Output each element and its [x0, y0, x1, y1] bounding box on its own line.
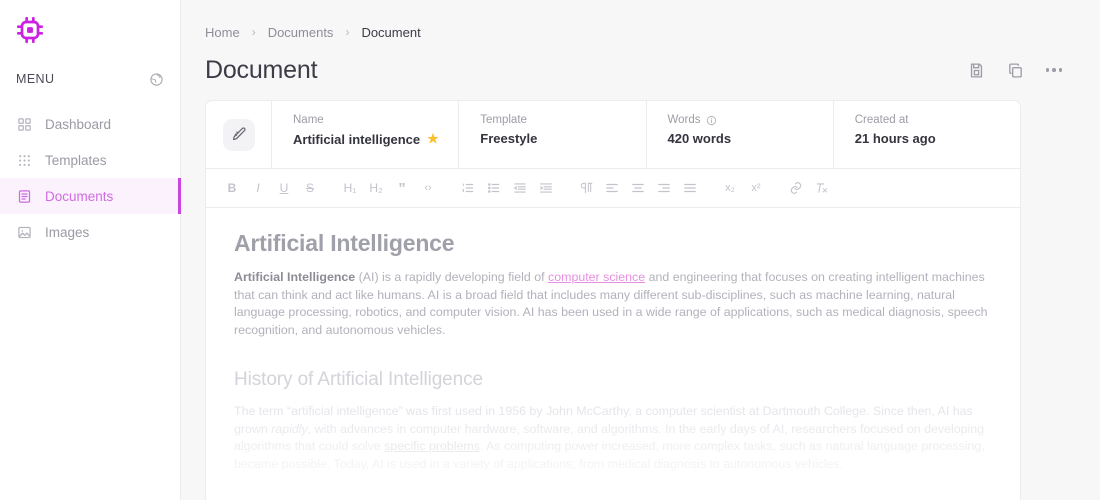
indent-icon[interactable] [536, 178, 556, 198]
meta-value: 21 hours ago [855, 131, 1020, 146]
meta-value: Artificial intelligence [293, 132, 420, 147]
breadcrumb-item-documents[interactable]: Documents [268, 25, 334, 40]
meta-card-words: Words 420 words [647, 101, 834, 168]
superscript-icon[interactable]: x² [746, 178, 766, 198]
title-row: Document [205, 52, 1076, 88]
bold-icon[interactable]: B [222, 178, 242, 198]
breadcrumb-item-current: Document [361, 25, 420, 40]
align-right-icon[interactable] [654, 178, 674, 198]
underline-icon[interactable]: U [274, 178, 294, 198]
heading-2-icon[interactable]: H₂ [366, 178, 386, 198]
page-title: Document [205, 56, 317, 85]
sidebar-item-label: Images [45, 225, 89, 240]
specific-problems-link[interactable]: specific problems [384, 439, 480, 453]
breadcrumb: Home › Documents › Document [205, 22, 1076, 42]
sidebar-item-images[interactable]: Images [0, 214, 180, 250]
grid-squares-icon [16, 116, 32, 132]
subscript-icon[interactable]: x₂ [720, 178, 740, 198]
app-root: MENU Dashboard [0, 0, 1100, 500]
favorite-star-icon[interactable]: ★ [427, 131, 439, 147]
breadcrumb-separator: › [252, 25, 256, 39]
align-justify-icon[interactable] [680, 178, 700, 198]
meta-value: Freestyle [480, 131, 645, 146]
paragraph-text: (AI) is a rapidly developing field of [355, 270, 548, 284]
document-panel: Name Artificial intelligence ★ Template … [205, 100, 1021, 500]
menu-header: MENU [0, 62, 180, 96]
cpu-chip-icon [14, 14, 46, 46]
main-content: Home › Documents › Document Document [181, 0, 1100, 500]
document-heading-2: History of Artificial Intelligence [234, 369, 992, 391]
sidebar-item-dashboard[interactable]: Dashboard [0, 106, 180, 142]
strikethrough-icon[interactable]: S [300, 178, 320, 198]
pencil-edit-icon[interactable] [223, 119, 255, 151]
italic-icon[interactable]: I [248, 178, 268, 198]
sidebar-item-templates[interactable]: Templates [0, 142, 180, 178]
meta-label: Created at [855, 114, 1020, 126]
sidebar-item-documents[interactable]: Documents [0, 178, 180, 214]
menu-label: MENU [16, 72, 54, 86]
breadcrumb-item-home[interactable]: Home [205, 25, 240, 40]
sidebar-item-label: Documents [45, 189, 113, 204]
document-meta-row: Name Artificial intelligence ★ Template … [206, 101, 1020, 169]
copy-icon[interactable] [1007, 61, 1025, 79]
computer-science-link[interactable]: computer science [548, 270, 645, 284]
meta-value: 420 words [668, 131, 833, 146]
meta-label: Words [668, 114, 701, 126]
breadcrumb-separator: › [345, 25, 349, 39]
editor-toolbar: B I U S H₁ H₂ ” ‹› [206, 169, 1020, 208]
bullet-list-icon[interactable] [484, 178, 504, 198]
align-left-icon[interactable] [602, 178, 622, 198]
blockquote-icon[interactable]: ” [392, 178, 412, 198]
paragraph-italic: rapidly [271, 422, 308, 436]
meta-label: Template [480, 114, 645, 126]
paragraph-bold-lead: Artificial Intelligence [234, 270, 355, 284]
info-circle-icon[interactable] [706, 115, 717, 126]
save-icon[interactable] [968, 61, 986, 79]
text-direction-icon[interactable] [576, 178, 596, 198]
heading-1-icon[interactable]: H₁ [340, 178, 360, 198]
link-icon[interactable] [786, 178, 806, 198]
document-paragraph-2: The term “artificial intelligence” was f… [234, 403, 992, 473]
meta-label-row: Words [668, 114, 833, 126]
ordered-list-icon[interactable] [458, 178, 478, 198]
dots-grid-icon [16, 152, 32, 168]
title-actions [968, 61, 1077, 79]
sidebar-nav: Dashboard Templates [0, 106, 180, 250]
document-heading-1: Artificial Intelligence [234, 230, 992, 257]
align-center-icon[interactable] [628, 178, 648, 198]
meta-label: Name [293, 114, 458, 126]
meta-icon-cell [206, 101, 272, 168]
document-body[interactable]: Artificial Intelligence Artificial Intel… [206, 208, 1020, 500]
meta-card-template: Template Freestyle [459, 101, 646, 168]
sidebar-item-label: Templates [45, 153, 107, 168]
sidebar-item-label: Dashboard [45, 117, 111, 132]
meta-value-row: Artificial intelligence ★ [293, 131, 458, 147]
document-paragraph-1: Artificial Intelligence (AI) is a rapidl… [234, 269, 992, 339]
sidebar: MENU Dashboard [0, 0, 181, 500]
meta-card-name: Name Artificial intelligence ★ [272, 101, 459, 168]
meta-card-created-at: Created at 21 hours ago [834, 101, 1020, 168]
logo-container[interactable] [0, 0, 180, 56]
document-lines-icon [16, 188, 32, 204]
more-options-icon[interactable] [1046, 68, 1063, 72]
outdent-icon[interactable] [510, 178, 530, 198]
clear-formatting-icon[interactable] [812, 178, 832, 198]
globe-icon[interactable] [149, 72, 164, 87]
image-icon [16, 224, 32, 240]
code-block-icon[interactable]: ‹› [418, 178, 438, 198]
